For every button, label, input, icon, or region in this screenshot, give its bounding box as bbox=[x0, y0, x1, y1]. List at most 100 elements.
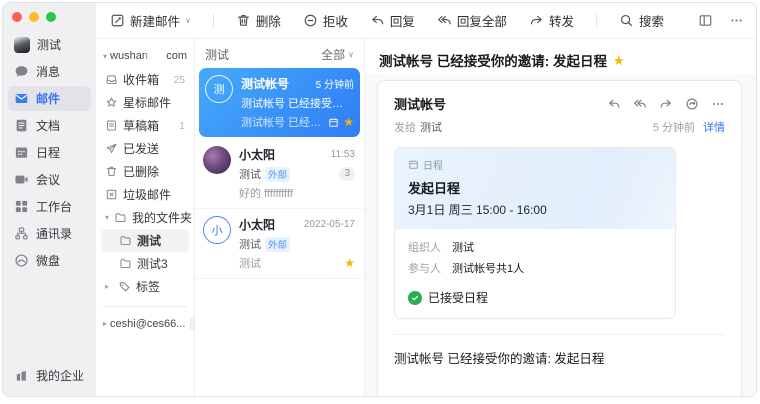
mail-item-selected[interactable]: 测 测试帐号 5 分钟前 测试帐号 已经接受你的邀请: 发... 测试帐号 已经… bbox=[199, 68, 360, 137]
mail-subject: 测试帐号 已经接受你的邀请: 发... bbox=[241, 95, 354, 111]
mail-subject: 测试 bbox=[239, 236, 261, 252]
mail-time: 5 分钟前 bbox=[316, 76, 354, 91]
folder-starred[interactable]: 星标邮件 bbox=[101, 91, 189, 114]
avatar: 测 bbox=[205, 75, 233, 103]
sidebar-item-drive[interactable]: 微盘 bbox=[8, 248, 91, 273]
maximize-window-button[interactable] bbox=[46, 12, 56, 22]
forward-button[interactable]: 转发 bbox=[529, 11, 574, 30]
reply-icon[interactable] bbox=[607, 97, 621, 111]
event-card-top: 日程 发起日程 3月1日 周三 15:00 - 16:00 bbox=[395, 148, 675, 229]
folder-ceshi3[interactable]: 测试3 bbox=[101, 252, 189, 275]
mail-item[interactable]: 小 小太阳 2022-05-17 测试 外部 测试 ★ bbox=[195, 209, 364, 279]
block-icon bbox=[303, 13, 318, 28]
close-window-button[interactable] bbox=[12, 12, 22, 22]
account-row[interactable]: ▾ wushancom bbox=[101, 47, 189, 68]
mail-item[interactable]: 小太阳 11:53 测试 外部 3 好的 ffffffffff bbox=[195, 139, 364, 209]
company-building-icon bbox=[14, 368, 29, 383]
caret-right-icon: ▸ bbox=[105, 282, 113, 291]
toolbar-divider bbox=[596, 14, 597, 28]
folder-ceshi[interactable]: 测试 bbox=[101, 229, 189, 252]
event-status-label: 已接受日程 bbox=[428, 289, 488, 306]
account-suffix: com bbox=[166, 50, 187, 62]
circle-arrow-icon[interactable] bbox=[685, 97, 699, 111]
folder-junk[interactable]: 垃圾邮件 bbox=[101, 183, 189, 206]
folder-label: 草稿箱 bbox=[123, 117, 159, 134]
delete-button[interactable]: 删除 bbox=[236, 11, 281, 30]
folder-deleted[interactable]: 已删除 bbox=[101, 160, 189, 183]
mail-card: 测试帐号 发给 测试 5 分钟前 bbox=[377, 80, 742, 396]
folder-panel: ▾ wushan com 收件箱 25 星标邮件 草稿箱 1 bbox=[96, 39, 195, 396]
app-sidebar: 测试 消息 邮件 文档 日程 会议 bbox=[3, 3, 96, 396]
disk-icon bbox=[14, 253, 29, 268]
mail-sender: 测试帐号 bbox=[394, 94, 446, 113]
account-prefix: wushan bbox=[110, 50, 148, 62]
reply-button[interactable]: 回复 bbox=[370, 11, 415, 30]
layout-panel-icon[interactable] bbox=[698, 13, 713, 28]
organizer-label: 组织人 bbox=[408, 239, 452, 255]
mail-card-header: 测试帐号 bbox=[394, 94, 725, 113]
sidebar-item-label: 文档 bbox=[36, 117, 60, 134]
main-area: 新建邮件 ∨ 删除 拒收 回复 回复全部 转发 bbox=[96, 3, 756, 396]
more-icon[interactable] bbox=[711, 97, 725, 111]
star-icon[interactable]: ★ bbox=[343, 116, 354, 128]
sidebar-item-messages[interactable]: 消息 bbox=[8, 59, 91, 84]
forward-icon[interactable] bbox=[659, 97, 673, 111]
avatar bbox=[203, 146, 231, 174]
avatar-initial: 测 bbox=[214, 81, 225, 97]
attendee-value: 测试帐号共1人 bbox=[452, 260, 524, 276]
sidebar-item-docs[interactable]: 文档 bbox=[8, 113, 91, 138]
star-icon[interactable]: ★ bbox=[344, 257, 355, 269]
caret-down-icon: ▾ bbox=[105, 213, 109, 222]
more-icon[interactable] bbox=[729, 13, 744, 28]
toolbar-divider bbox=[213, 14, 214, 28]
mail-list-header: 测试 全部 ∨ bbox=[195, 39, 364, 68]
folder-my-folders[interactable]: ▾ 我的文件夹 bbox=[101, 206, 189, 229]
folder-icon bbox=[119, 257, 132, 270]
sidebar-item-workbench[interactable]: 工作台 bbox=[8, 194, 91, 219]
event-card[interactable]: 日程 发起日程 3月1日 周三 15:00 - 16:00 组织人 测试 参 bbox=[394, 147, 676, 319]
check-circle-icon bbox=[408, 291, 422, 305]
mail-list-title: 测试 bbox=[205, 46, 229, 63]
app-window: 测试 消息 邮件 文档 日程 会议 bbox=[2, 2, 757, 397]
sidebar-item-my-company[interactable]: 我的企业 bbox=[3, 367, 96, 396]
mail-envelope-icon bbox=[14, 91, 29, 106]
reply-all-button[interactable]: 回复全部 bbox=[437, 11, 507, 30]
search-icon bbox=[619, 13, 634, 28]
document-icon bbox=[14, 118, 29, 133]
reply-all-icon[interactable] bbox=[633, 97, 647, 111]
secondary-account-row[interactable]: ▸ ceshi@ces66... ceshi bbox=[101, 315, 189, 332]
folder-inbox[interactable]: 收件箱 25 bbox=[101, 68, 189, 91]
sidebar-item-meeting[interactable]: 会议 bbox=[8, 167, 91, 192]
to-label: 发给 bbox=[394, 119, 416, 135]
search-button[interactable]: 搜索 bbox=[619, 11, 664, 30]
reject-button[interactable]: 拒收 bbox=[303, 11, 348, 30]
sender-name: 小太阳 bbox=[239, 216, 275, 233]
star-icon[interactable]: ★ bbox=[613, 54, 625, 67]
mail-preview: 测试 bbox=[239, 255, 261, 271]
junk-mail-icon bbox=[105, 188, 118, 201]
star-outline-icon bbox=[105, 96, 118, 109]
sidebar-item-mail[interactable]: 邮件 bbox=[8, 86, 91, 111]
detail-link[interactable]: 详情 bbox=[703, 119, 725, 135]
event-type-label: 日程 bbox=[423, 157, 443, 172]
org-chart-icon bbox=[14, 226, 29, 241]
sidebar-item-contacts[interactable]: 通讯录 bbox=[8, 221, 91, 246]
to-recipient: 测试 bbox=[420, 119, 442, 135]
mail-time: 2022-05-17 bbox=[304, 219, 355, 230]
folder-tags[interactable]: ▸ 标签 bbox=[101, 275, 189, 298]
mail-preview: 好的 ffffffffff bbox=[239, 185, 293, 201]
folder-sent[interactable]: 已发送 bbox=[101, 137, 189, 160]
folder-drafts[interactable]: 草稿箱 1 bbox=[101, 114, 189, 137]
card-divider bbox=[394, 334, 725, 335]
trash-icon bbox=[105, 165, 118, 178]
sidebar-item-calendar[interactable]: 日程 bbox=[8, 140, 91, 165]
minimize-window-button[interactable] bbox=[29, 12, 39, 22]
sidebar-item-label: 会议 bbox=[36, 171, 60, 188]
toolbar-right bbox=[698, 13, 744, 28]
sidebar-item-profile[interactable]: 测试 bbox=[8, 32, 91, 57]
folder-label: 标签 bbox=[136, 278, 160, 295]
filter-dropdown[interactable]: 全部 ∨ bbox=[321, 46, 354, 63]
video-meeting-icon bbox=[14, 172, 29, 187]
event-status: 已接受日程 bbox=[408, 289, 662, 306]
compose-button[interactable]: 新建邮件 ∨ bbox=[110, 11, 191, 30]
